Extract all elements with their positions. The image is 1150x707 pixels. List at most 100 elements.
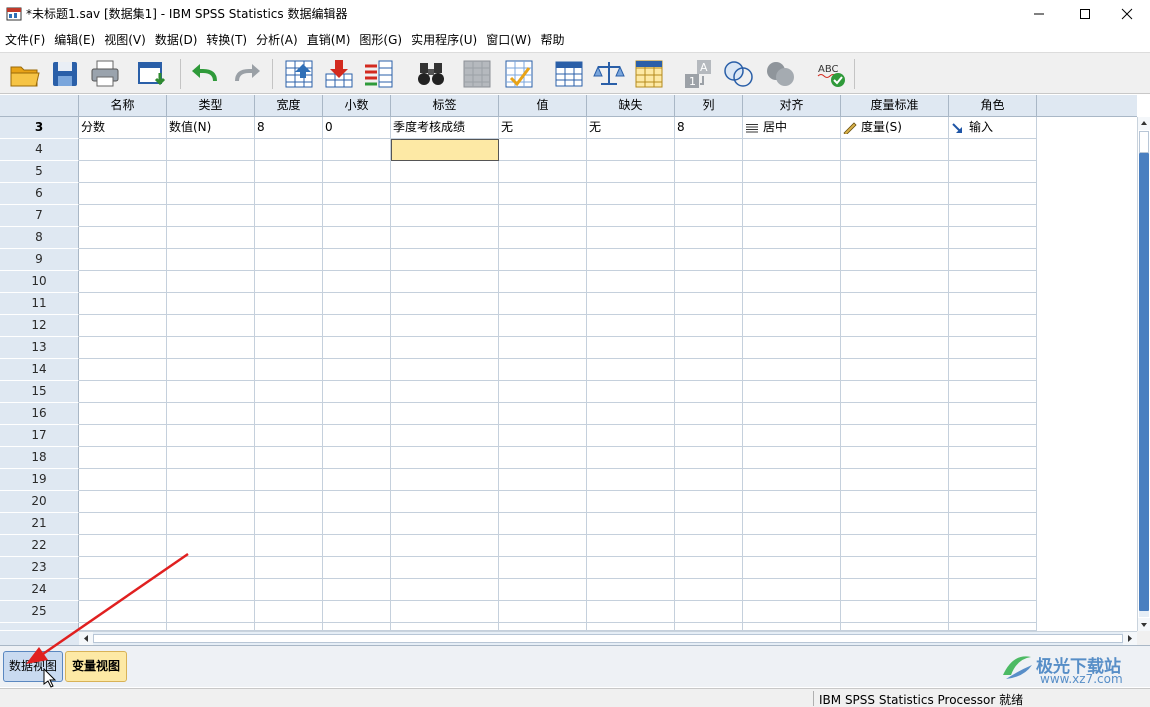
empty-cell[interactable] bbox=[743, 491, 841, 513]
empty-cell[interactable] bbox=[743, 161, 841, 183]
empty-cell[interactable] bbox=[949, 623, 1037, 631]
insert-cases-button[interactable] bbox=[460, 57, 494, 91]
empty-cell[interactable] bbox=[255, 293, 323, 315]
row-header[interactable]: 18 bbox=[0, 447, 79, 469]
column-header-missing[interactable]: 缺失 bbox=[587, 95, 675, 117]
empty-cell[interactable] bbox=[675, 601, 743, 623]
empty-cell[interactable] bbox=[167, 557, 255, 579]
row-header[interactable]: 6 bbox=[0, 183, 79, 205]
empty-cell[interactable] bbox=[587, 381, 675, 403]
empty-cell[interactable] bbox=[167, 513, 255, 535]
insert-variable-button[interactable] bbox=[502, 57, 536, 91]
empty-cell[interactable] bbox=[167, 183, 255, 205]
empty-cell[interactable] bbox=[391, 513, 499, 535]
empty-cell[interactable] bbox=[743, 623, 841, 631]
row-header[interactable]: 15 bbox=[0, 381, 79, 403]
column-header-measure[interactable]: 度量标准 bbox=[841, 95, 949, 117]
empty-cell[interactable] bbox=[675, 579, 743, 601]
empty-cell[interactable] bbox=[323, 381, 391, 403]
column-header-type[interactable]: 类型 bbox=[167, 95, 255, 117]
empty-cell[interactable] bbox=[949, 403, 1037, 425]
empty-cell[interactable] bbox=[675, 161, 743, 183]
empty-cell[interactable] bbox=[79, 271, 167, 293]
empty-cell[interactable] bbox=[323, 447, 391, 469]
empty-cell[interactable] bbox=[949, 183, 1037, 205]
empty-cell[interactable] bbox=[675, 249, 743, 271]
empty-cell[interactable] bbox=[167, 491, 255, 513]
empty-cell[interactable] bbox=[79, 161, 167, 183]
empty-cell[interactable] bbox=[255, 381, 323, 403]
empty-cell[interactable] bbox=[323, 227, 391, 249]
empty-cell[interactable] bbox=[391, 469, 499, 491]
empty-cell[interactable] bbox=[587, 447, 675, 469]
empty-cell[interactable] bbox=[675, 359, 743, 381]
undo-button[interactable] bbox=[188, 57, 222, 91]
row-header[interactable]: 25 bbox=[0, 601, 79, 623]
menu-file[interactable]: 文件(F) bbox=[3, 29, 52, 51]
empty-cell[interactable] bbox=[587, 425, 675, 447]
empty-cell[interactable] bbox=[167, 139, 255, 161]
empty-cell[interactable] bbox=[255, 623, 323, 631]
empty-cell[interactable] bbox=[587, 403, 675, 425]
empty-cell[interactable] bbox=[391, 579, 499, 601]
horizontal-scrollbar[interactable] bbox=[79, 631, 1137, 645]
empty-cell[interactable] bbox=[323, 161, 391, 183]
spell-check-button[interactable]: ABC bbox=[814, 57, 848, 91]
empty-cell[interactable] bbox=[743, 557, 841, 579]
empty-cell[interactable] bbox=[323, 183, 391, 205]
minimize-button[interactable] bbox=[1016, 0, 1062, 28]
empty-cell[interactable] bbox=[499, 205, 587, 227]
empty-cell[interactable] bbox=[79, 293, 167, 315]
empty-cell[interactable] bbox=[323, 359, 391, 381]
find-button[interactable] bbox=[414, 57, 448, 91]
column-header-width[interactable]: 宽度 bbox=[255, 95, 323, 117]
row-header[interactable]: 11 bbox=[0, 293, 79, 315]
value-labels-button[interactable]: A 1 bbox=[682, 57, 716, 91]
empty-cell[interactable] bbox=[949, 513, 1037, 535]
empty-cell[interactable] bbox=[323, 579, 391, 601]
empty-cell[interactable] bbox=[323, 623, 391, 631]
empty-cell[interactable] bbox=[675, 227, 743, 249]
empty-cell[interactable] bbox=[841, 161, 949, 183]
empty-cell[interactable] bbox=[167, 315, 255, 337]
menu-help[interactable]: 帮助 bbox=[538, 29, 571, 51]
empty-cell[interactable] bbox=[79, 447, 167, 469]
empty-cell[interactable] bbox=[255, 315, 323, 337]
empty-cell[interactable] bbox=[323, 337, 391, 359]
empty-cell[interactable] bbox=[587, 315, 675, 337]
empty-cell[interactable] bbox=[587, 491, 675, 513]
row-header[interactable]: 20 bbox=[0, 491, 79, 513]
row-header[interactable]: 14 bbox=[0, 359, 79, 381]
empty-cell[interactable] bbox=[587, 601, 675, 623]
empty-cell[interactable] bbox=[841, 447, 949, 469]
empty-cell[interactable] bbox=[499, 557, 587, 579]
empty-cell[interactable] bbox=[841, 271, 949, 293]
print-button[interactable] bbox=[88, 57, 122, 91]
cell-width[interactable]: 8 bbox=[255, 117, 323, 139]
column-header-columns[interactable]: 列 bbox=[675, 95, 743, 117]
scroll-thumb[interactable] bbox=[1139, 153, 1149, 611]
empty-cell[interactable] bbox=[167, 161, 255, 183]
empty-cell[interactable] bbox=[255, 601, 323, 623]
empty-cell[interactable] bbox=[675, 205, 743, 227]
empty-cell[interactable] bbox=[949, 271, 1037, 293]
empty-cell[interactable] bbox=[499, 469, 587, 491]
empty-cell[interactable] bbox=[499, 491, 587, 513]
empty-cell[interactable] bbox=[841, 183, 949, 205]
empty-cell[interactable] bbox=[675, 469, 743, 491]
empty-cell[interactable] bbox=[841, 557, 949, 579]
empty-cell[interactable] bbox=[841, 337, 949, 359]
empty-cell[interactable] bbox=[743, 535, 841, 557]
dialog-recall-button[interactable] bbox=[136, 57, 170, 91]
cell-type[interactable]: 数值(N) bbox=[167, 117, 255, 139]
row-header[interactable]: 24 bbox=[0, 579, 79, 601]
empty-cell[interactable] bbox=[255, 359, 323, 381]
empty-cell[interactable] bbox=[743, 359, 841, 381]
empty-cell[interactable] bbox=[841, 293, 949, 315]
column-header-label[interactable]: 标签 bbox=[391, 95, 499, 117]
empty-cell[interactable] bbox=[499, 271, 587, 293]
empty-cell[interactable] bbox=[499, 249, 587, 271]
select-cases-button[interactable] bbox=[632, 57, 666, 91]
cell-role[interactable]: 输入 bbox=[949, 117, 1037, 139]
empty-cell[interactable] bbox=[949, 337, 1037, 359]
